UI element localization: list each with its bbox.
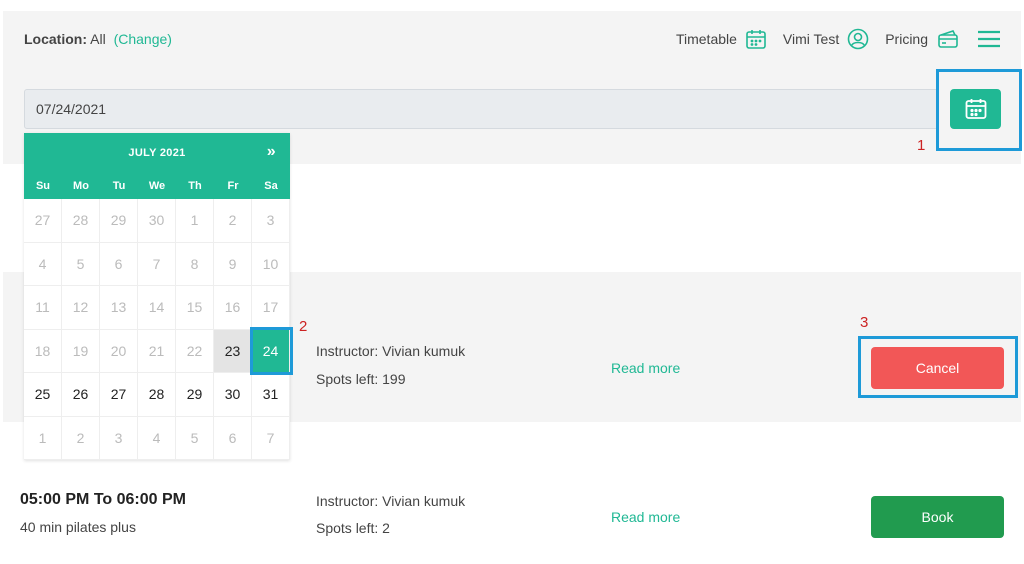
location-label: Location: [24,31,87,47]
calendar-day[interactable]: 4 [138,416,176,460]
read-more-link[interactable]: Read more [611,360,680,376]
calendar-day[interactable]: 26 [62,373,100,417]
calendar-day[interactable]: 30 [214,373,252,417]
calendar-day[interactable]: 20 [100,329,138,373]
calendar-day[interactable]: 5 [176,416,214,460]
datepicker-month-label: JULY 2021 [128,147,186,159]
datepicker-popup: JULY 2021 » Su Mo Tu We Th Fr Sa 27 28 29 30 1 2 3 4 5… [24,133,290,460]
calendar-day[interactable]: 19 [62,329,100,373]
calendar-day[interactable]: 13 [100,286,138,330]
booking-page: Location: All (Change) Timetable Vimi Te… [0,0,1024,564]
calendar-day[interactable]: 31 [252,373,290,417]
read-more-link[interactable]: Read more [611,509,680,525]
session-time: 05:00 PM To 06:00 PM [20,491,186,508]
calendar-day[interactable]: 18 [24,329,62,373]
calendar-day[interactable]: 4 [24,242,62,286]
calendar-day[interactable]: 30 [138,199,176,243]
session-instructor: Instructor: Vivian kumuk [316,493,466,509]
location-selector: Location: All (Change) [24,31,172,47]
nav-user[interactable]: Vimi Test [783,28,869,50]
annotation-number-3: 3 [860,314,869,331]
change-location-link[interactable]: (Change) [114,31,172,47]
hamburger-menu-icon [978,30,1000,48]
calendar-day[interactable]: 23 [214,329,252,373]
highlight-box-1 [936,69,1022,151]
calendar-day[interactable]: 6 [100,242,138,286]
annotation-number-2: 2 [299,318,308,335]
weekday-label: Th [188,180,202,192]
menu-button[interactable] [976,28,1002,50]
calendar-day[interactable]: 1 [24,416,62,460]
book-button[interactable]: Book [871,496,1004,538]
calendar-day[interactable]: 7 [138,242,176,286]
calendar-day[interactable]: 10 [252,242,290,286]
weekday-label: Tu [112,180,126,192]
calendar-day[interactable]: 3 [252,199,290,243]
calendar-day[interactable]: 29 [100,199,138,243]
nav-timetable-label: Timetable [675,31,737,47]
session-class-name: 40 min pilates plus [20,519,136,535]
calendar-day[interactable]: 5 [62,242,100,286]
highlight-box-2 [250,327,293,375]
calendar-day[interactable]: 9 [214,242,252,286]
datepicker-header: JULY 2021 » [24,133,290,173]
calendar-day[interactable]: 11 [24,286,62,330]
top-nav: Timetable Vimi Test Pricing [668,27,1002,51]
calendar-day[interactable]: 6 [214,416,252,460]
calendar-day[interactable]: 21 [138,329,176,373]
calendar-day[interactable]: 29 [176,373,214,417]
calendar-day[interactable]: 3 [100,416,138,460]
calendar-day[interactable]: 1 [176,199,214,243]
calendar-day[interactable]: 28 [138,373,176,417]
nav-pricing[interactable]: Pricing [885,28,960,50]
calendar-day[interactable]: 12 [62,286,100,330]
calendar-day[interactable]: 17 [252,286,290,330]
calendar-day[interactable]: 8 [176,242,214,286]
calendar-day[interactable]: 28 [62,199,100,243]
calendar-day[interactable]: 27 [24,199,62,243]
calendar-day[interactable]: 16 [214,286,252,330]
weekday-label: Sa [264,180,278,192]
next-month-button[interactable]: » [267,143,276,161]
calendar-day[interactable]: 2 [214,199,252,243]
calendar-day[interactable]: 27 [100,373,138,417]
session-instructor: Instructor: Vivian kumuk [316,343,466,359]
weekday-label: Fr [227,180,239,192]
nav-timetable[interactable]: Timetable [676,28,767,50]
credit-card-icon [938,30,958,48]
calendar-day[interactable]: 14 [138,286,176,330]
weekday-label: We [148,180,166,192]
calendar-day[interactable]: 15 [176,286,214,330]
date-input[interactable]: 07/24/2021 [24,89,938,129]
annotation-number-1: 1 [917,137,926,154]
nav-user-label: Vimi Test [782,31,840,47]
weekday-header: Su Mo Tu We Th Fr Sa [24,173,290,199]
highlight-box-3 [858,336,1018,398]
user-circle-icon [847,28,869,50]
calendar-day[interactable]: 2 [62,416,100,460]
weekday-label: Mo [73,180,89,192]
calendar-day[interactable]: 22 [176,329,214,373]
session-spots: Spots left: 2 [316,520,390,536]
calendar-icon [746,30,766,49]
location-value: All [90,31,106,47]
nav-pricing-label: Pricing [885,31,928,47]
weekday-label: Su [35,180,51,192]
calendar-day[interactable]: 25 [24,373,62,417]
session-spots: Spots left: 199 [316,371,406,387]
calendar-day[interactable]: 7 [252,416,290,460]
